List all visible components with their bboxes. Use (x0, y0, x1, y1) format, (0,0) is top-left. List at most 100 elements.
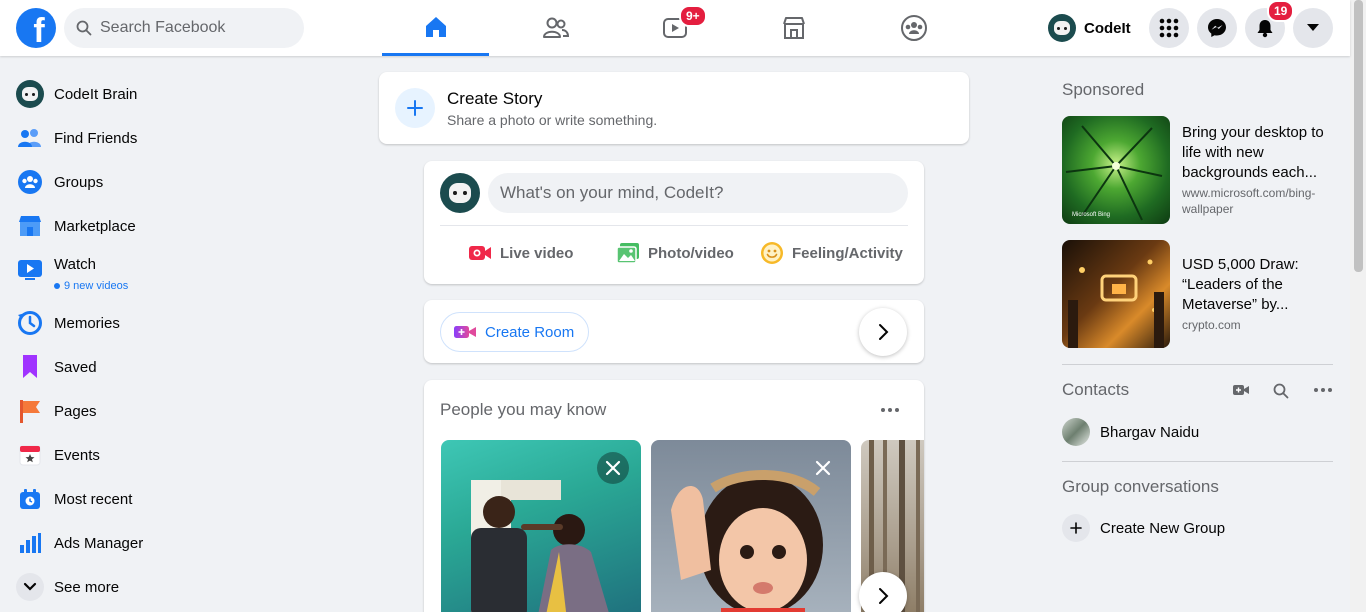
pymk-title: People you may know (440, 400, 607, 419)
sidebar-item-see-more[interactable]: See more (8, 565, 348, 609)
contact-name: Bhargav Naidu (1100, 423, 1200, 441)
marketplace-icon (16, 212, 44, 240)
create-room-label: Create Room (485, 323, 575, 341)
watch-new-videos-label: 9 new videos (64, 280, 129, 292)
divider (440, 225, 908, 226)
sidebar-item-most-recent[interactable]: Most recent (8, 477, 348, 521)
divider (1062, 364, 1333, 365)
sidebar-item-find-friends[interactable]: Find Friends (8, 116, 348, 160)
more-options-icon[interactable] (881, 408, 899, 412)
live-video-icon (469, 246, 491, 260)
live-video-label: Live video (500, 244, 574, 262)
pages-icon (16, 397, 44, 425)
avatar (1062, 418, 1090, 446)
create-new-group-button[interactable]: Create New Group (1062, 512, 1225, 544)
chevron-down-icon (16, 573, 44, 601)
search-icon (1273, 383, 1289, 399)
feeling-activity-button[interactable]: Feeling/Activity (760, 237, 903, 269)
search-icon (76, 20, 92, 36)
ad-url: www.microsoft.com/bing-wallpaper (1182, 186, 1316, 216)
sidebar-item-groups[interactable]: Groups (8, 160, 348, 204)
video-camera-icon (1233, 385, 1249, 395)
sidebar-item-profile[interactable]: CodeIt Brain (8, 72, 348, 116)
sidebar-item-pages[interactable]: Pages (8, 389, 348, 433)
sidebar-item-label: CodeIt Brain (54, 85, 138, 103)
divider (1062, 461, 1333, 462)
more-options-icon[interactable] (1314, 388, 1332, 392)
sidebar-item-label: Ads Manager (54, 534, 144, 552)
ad-image-graphic (1068, 259, 1164, 348)
events-icon (16, 441, 44, 469)
sidebar-item-label: Most recent (54, 490, 133, 508)
feeling-icon (761, 242, 783, 264)
close-icon (605, 460, 621, 476)
plus-icon (1062, 514, 1090, 542)
notifications-button[interactable]: 19 (1245, 0, 1295, 48)
sidebar-item-label: Groups (54, 173, 104, 191)
next-button[interactable] (859, 308, 907, 356)
search-box[interactable] (64, 8, 304, 48)
notifications-badge: 19 (1267, 0, 1295, 22)
create-new-group-label: Create New Group (1100, 519, 1226, 537)
scroll-right-button[interactable] (859, 572, 907, 612)
photo-video-button[interactable]: Photo/video (616, 237, 734, 269)
ad-image[interactable] (1062, 240, 1170, 348)
account-button[interactable] (1293, 8, 1333, 48)
sidebar-item-saved[interactable]: Saved (8, 345, 348, 389)
tab-marketplace[interactable] (740, 0, 847, 56)
sidebar-item-label: Watch (54, 256, 96, 273)
most-recent-icon (16, 485, 44, 513)
search-input[interactable] (100, 19, 280, 37)
sidebar-item-memories[interactable]: Memories (8, 301, 348, 345)
tab-groups[interactable] (860, 0, 967, 56)
groups-icon (16, 168, 44, 196)
contact-item[interactable]: Bhargav Naidu (1062, 416, 1199, 448)
ad-url: crypto.com (1182, 318, 1241, 332)
marketplace-icon (782, 17, 805, 39)
menu-button[interactable] (1149, 8, 1189, 48)
watch-badge: 9+ (679, 5, 707, 27)
facebook-logo[interactable]: f (16, 8, 56, 48)
sidebar-item-label: Events (54, 446, 100, 464)
scrollbar-thumb[interactable] (1354, 0, 1363, 272)
ads-manager-icon (16, 529, 44, 557)
video-room-icon (454, 326, 476, 338)
new-room-button[interactable] (1232, 383, 1250, 402)
suggested-person-photo[interactable] (441, 440, 641, 612)
tab-friends[interactable] (502, 0, 609, 56)
ad-title[interactable]: USD 5,000 Draw: “Leaders of the Metavers… (1182, 255, 1337, 315)
tab-watch[interactable]: 9+ (621, 0, 728, 56)
top-navigation-bar: f 9+ CodeIt 19 (0, 0, 1350, 56)
composer-input[interactable]: What's on your mind, CodeIt? (488, 173, 908, 213)
facebook-logo-letter: f (33, 12, 45, 48)
sidebar-item-label: Marketplace (54, 217, 136, 235)
messenger-button[interactable] (1197, 8, 1237, 48)
create-story-card[interactable]: Create Story Share a photo or write some… (379, 72, 969, 144)
ad-image-graphic: Microsoft Bing (1065, 125, 1163, 221)
live-video-button[interactable]: Live video (468, 237, 573, 269)
feeling-activity-label: Feeling/Activity (792, 244, 903, 262)
tab-home[interactable] (382, 0, 489, 56)
profile-shortcut[interactable]: CodeIt (1044, 8, 1139, 48)
dismiss-button[interactable] (597, 452, 629, 484)
create-room-button[interactable]: Create Room (440, 312, 590, 352)
caret-down-icon (1307, 24, 1319, 31)
page-scrollbar[interactable] (1350, 0, 1366, 612)
home-icon (425, 16, 446, 37)
search-contacts-button[interactable] (1273, 383, 1289, 404)
watch-new-videos: 9 new videos (54, 280, 128, 292)
plus-icon (395, 88, 435, 128)
sidebar-item-ads-manager[interactable]: Ads Manager (8, 521, 348, 565)
ad-image[interactable]: Microsoft Bing (1062, 116, 1170, 224)
dismiss-button[interactable] (807, 452, 839, 484)
sidebar-item-marketplace[interactable]: Marketplace (8, 204, 348, 248)
create-room-card: Create Room (424, 300, 924, 363)
profile-name: CodeIt (1084, 19, 1131, 37)
photo-video-label: Photo/video (648, 244, 734, 262)
sidebar-item-label: Find Friends (54, 129, 138, 147)
suggested-person-photo[interactable] (651, 440, 851, 612)
avatar[interactable] (440, 173, 480, 213)
friends-icon (16, 124, 44, 152)
sidebar-item-events[interactable]: Events (8, 433, 348, 477)
ad-title[interactable]: Bring your desktop to life with new back… (1182, 123, 1337, 183)
